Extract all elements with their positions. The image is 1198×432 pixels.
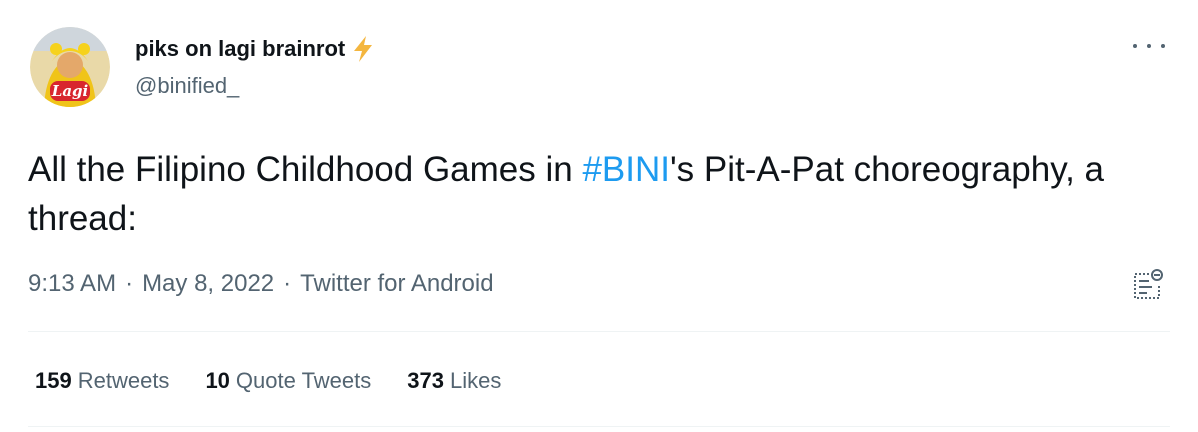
divider xyxy=(28,426,1170,427)
hashtag-link[interactable]: #BINI xyxy=(582,150,670,189)
quote-tweets-label: Quote Tweets xyxy=(235,368,372,393)
likes-count: 373 xyxy=(407,368,444,393)
display-name[interactable]: piks on lagi brainrot xyxy=(135,36,345,62)
retweets-count: 159 xyxy=(35,368,72,393)
retweets-stat[interactable]: 159 Retweets xyxy=(35,368,169,394)
meta-separator: · xyxy=(125,270,134,297)
tweet-time[interactable]: 9:13 AM xyxy=(28,270,116,297)
tweet-detail: Lagi piks on lagi brainrot @binified_ Al… xyxy=(0,0,1198,432)
tweet-metadata: 9:13 AM · May 8, 2022 · Twitter for Android xyxy=(28,270,494,298)
more-options-icon[interactable] xyxy=(1133,34,1165,58)
tweet-date[interactable]: May 8, 2022 xyxy=(142,270,274,297)
likes-stat[interactable]: 373 Likes xyxy=(407,368,501,394)
tweet-text-part-1: All the Filipino Childhood Games in xyxy=(28,150,583,189)
meta-separator: · xyxy=(283,270,292,297)
retweets-label: Retweets xyxy=(77,368,170,393)
avatar[interactable]: Lagi xyxy=(30,27,110,107)
quote-tweets-stat[interactable]: 10 Quote Tweets xyxy=(205,368,371,394)
tweet-source[interactable]: Twitter for Android xyxy=(300,270,493,297)
avatar-logo-text: Lagi xyxy=(51,82,89,100)
likes-label: Likes xyxy=(449,368,502,393)
username-handle[interactable]: @binified_ xyxy=(135,73,375,99)
tweet-text: All the Filipino Childhood Games in #BIN… xyxy=(28,145,1128,243)
author-info: piks on lagi brainrot @binified_ xyxy=(135,35,375,99)
tweet-analytics-icon[interactable] xyxy=(1132,268,1164,302)
engagement-stats: 159 Retweets 10 Quote Tweets 373 Likes xyxy=(35,368,537,394)
divider xyxy=(28,331,1170,332)
lightning-bolt-icon xyxy=(354,36,373,62)
quote-tweets-count: 10 xyxy=(205,368,230,393)
